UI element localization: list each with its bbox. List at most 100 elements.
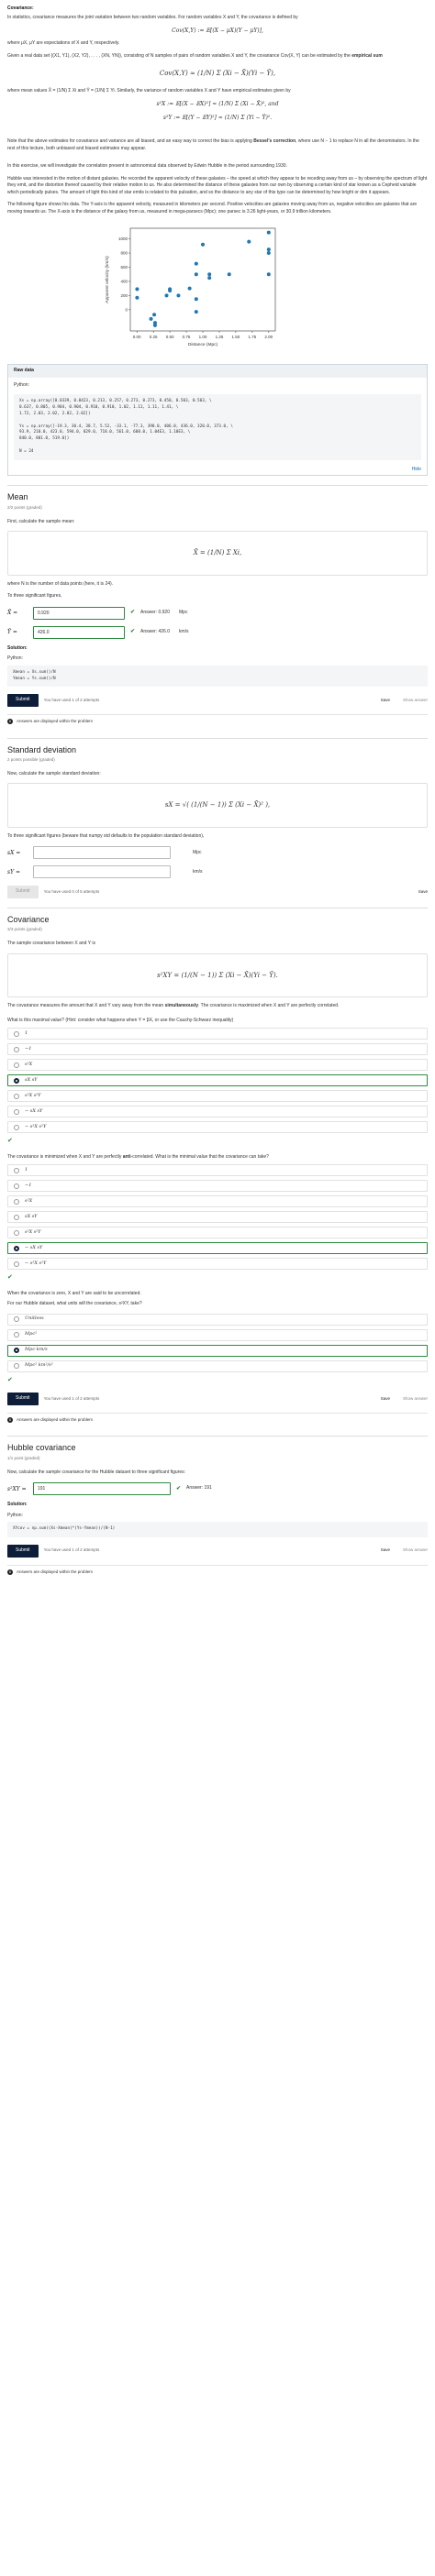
radio-icon[interactable]	[14, 1348, 19, 1354]
problem-title: Standard deviation	[7, 744, 77, 754]
language-label: Python:	[7, 1512, 23, 1518]
choice-label: Mpc·km/s	[25, 1347, 48, 1353]
mean-problem: Mean 2/2 points (graded) First, calculat…	[7, 485, 428, 728]
question-3: For our Hubble dataset, what units will …	[7, 1301, 142, 1307]
empirical-covariance-equation: Cov(X,Y) ≈ (1/N) Σ (Xi − X̄)(Yi − Ȳ),	[159, 70, 276, 77]
radio-icon[interactable]	[14, 1260, 19, 1267]
radio-icon[interactable]	[14, 1245, 19, 1251]
radio-icon[interactable]	[14, 1198, 19, 1205]
radio-icon[interactable]	[14, 1030, 19, 1037]
answer-row-sx: sX = Mpc	[7, 846, 428, 860]
question-3-options: Unitless Mpc² Mpc·km/s Mpc² km²/s²	[7, 1313, 428, 1372]
choice-option[interactable]: − sX sY	[7, 1242, 428, 1255]
text: The covariance is minimized when X and Y…	[7, 1153, 122, 1160]
data-point	[207, 272, 212, 277]
radio-icon[interactable]	[14, 1062, 19, 1068]
choice-option[interactable]: Mpc² km²/s²	[7, 1360, 428, 1372]
show-answer-button[interactable]: Show answer	[403, 1547, 428, 1554]
choice-option[interactable]: − s²X s²Y	[7, 1121, 428, 1134]
answers-notice: i Answers are displayed within the probl…	[7, 1412, 428, 1427]
radio-icon[interactable]	[14, 1363, 19, 1370]
choice-option[interactable]: Mpc²	[7, 1328, 428, 1341]
radio-icon[interactable]	[14, 1108, 19, 1115]
choice-label: Mpc²	[25, 1331, 38, 1338]
choice-option[interactable]: 1	[7, 1028, 428, 1040]
hide-button[interactable]: Hide	[8, 465, 427, 476]
choice-option[interactable]: Unitless	[7, 1313, 428, 1326]
raw-data-title: Raw data	[8, 365, 427, 378]
choice-option[interactable]: −1	[7, 1043, 428, 1056]
radio-icon[interactable]	[14, 1077, 19, 1084]
choice-option[interactable]: −1	[7, 1180, 428, 1193]
attempts-text: You have used 1 of 2 attempts	[43, 1395, 100, 1401]
data-point	[194, 272, 198, 277]
y-tick-label: 0	[125, 307, 128, 312]
choice-option[interactable]: − s²X s²Y	[7, 1258, 428, 1271]
choice-option[interactable]: s²X s²Y	[7, 1227, 428, 1239]
radio-icon[interactable]	[14, 1214, 19, 1220]
question-2-options: 1 −1 s²X sX sY s²X s²Y − sX sY − s²X s²Y	[7, 1164, 428, 1271]
choice-label: − sX sY	[25, 1244, 43, 1250]
submit-button[interactable]: Submit	[7, 1393, 39, 1405]
save-button[interactable]: Save	[418, 889, 428, 896]
covariance-problem: Covariance 3/3 points (graded) The sampl…	[7, 907, 428, 1427]
hide-label[interactable]: Hide	[412, 467, 421, 472]
sy-input[interactable]	[33, 865, 171, 879]
unit-label: Mpc	[179, 609, 188, 615]
radio-icon[interactable]	[14, 1167, 19, 1173]
hubble-scatter-chart: 0.00 0.25 0.50 0.75 1.00 1.25 1.50 1.75 2.00 0 200…	[7, 221, 428, 358]
raw-data-code: Xs = np.array([0.0339, 0.0423, 0.213, 0.…	[14, 394, 421, 460]
save-button[interactable]: Save	[381, 1547, 390, 1554]
choice-option[interactable]: s²X s²Y	[7, 1090, 428, 1103]
x-tick-label: 1.75	[248, 335, 256, 339]
submit-button[interactable]: Submit	[7, 694, 39, 707]
choice-option[interactable]: s²X	[7, 1195, 428, 1208]
emphasis: simultaneously	[164, 1003, 198, 1009]
save-button[interactable]: Save	[381, 1396, 390, 1403]
choice-label: s²X	[25, 1061, 33, 1067]
save-button[interactable]: Save	[381, 698, 390, 704]
radio-icon[interactable]	[14, 1183, 19, 1189]
radio-icon[interactable]	[14, 1229, 19, 1236]
x-tick-label: 0.25	[150, 335, 158, 339]
y-mean-input[interactable]: 426.0	[33, 625, 125, 639]
answer-text: Answer: 426.0	[140, 628, 170, 634]
choice-option[interactable]: sX sY	[7, 1074, 428, 1087]
choice-option[interactable]: sX sY	[7, 1211, 428, 1224]
unit-label: km/s	[179, 628, 189, 634]
radio-icon[interactable]	[14, 1332, 19, 1338]
choice-option[interactable]: − sX sY	[7, 1106, 428, 1118]
sample-std-equation: sX = √( (1/(N − 1)) Σ (Xi − X̄)² ),	[164, 801, 271, 809]
x-tick-label: 1.50	[232, 335, 240, 339]
radio-icon[interactable]	[14, 1316, 19, 1323]
radio-icon[interactable]	[14, 1046, 19, 1052]
data-point	[152, 323, 157, 327]
covariance-input[interactable]: 191	[33, 1482, 171, 1496]
bessel-correction-term: Bessel's correction	[253, 138, 296, 144]
data-point	[201, 242, 205, 247]
problem-text: where N is the number of data points (he…	[7, 580, 114, 587]
page: Covariance: In statistics, covariance me…	[0, 0, 435, 1584]
choice-label: s²X	[25, 1197, 33, 1204]
choice-option[interactable]: s²X	[7, 1059, 428, 1072]
intro-paragraph: where mean values X̄ = (1/N) Σ Xi and Ȳ …	[7, 87, 291, 94]
problem-prompt: The sample covariance between X and Y is	[7, 941, 95, 947]
show-answer-button[interactable]: Show answer	[403, 698, 428, 704]
show-answer-button[interactable]: Show answer	[403, 1396, 428, 1403]
radio-icon[interactable]	[14, 1124, 19, 1130]
radio-icon[interactable]	[14, 1093, 19, 1099]
question-1: What is this maximal value? (Hint: consi…	[7, 1017, 234, 1023]
choice-label: 1	[25, 1166, 28, 1172]
hubble-covariance-problem: Hubble covariance 1/1 point (graded) Now…	[7, 1436, 428, 1579]
submit-button[interactable]: Submit	[7, 886, 39, 898]
data-point	[135, 287, 139, 292]
choice-option[interactable]: 1	[7, 1164, 428, 1177]
choice-label: sX sY	[25, 1076, 38, 1083]
question-2: The covariance is minimized when X and Y…	[7, 1154, 428, 1161]
x-tick-label: 0.50	[166, 335, 174, 339]
submit-button[interactable]: Submit	[7, 1545, 39, 1558]
equation-card: sX = √( (1/(N − 1)) Σ (Xi − X̄)² ),	[7, 783, 428, 828]
sx-input[interactable]	[33, 846, 171, 860]
x-mean-input[interactable]: 0.920	[33, 606, 125, 620]
choice-option[interactable]: Mpc·km/s	[7, 1344, 428, 1357]
